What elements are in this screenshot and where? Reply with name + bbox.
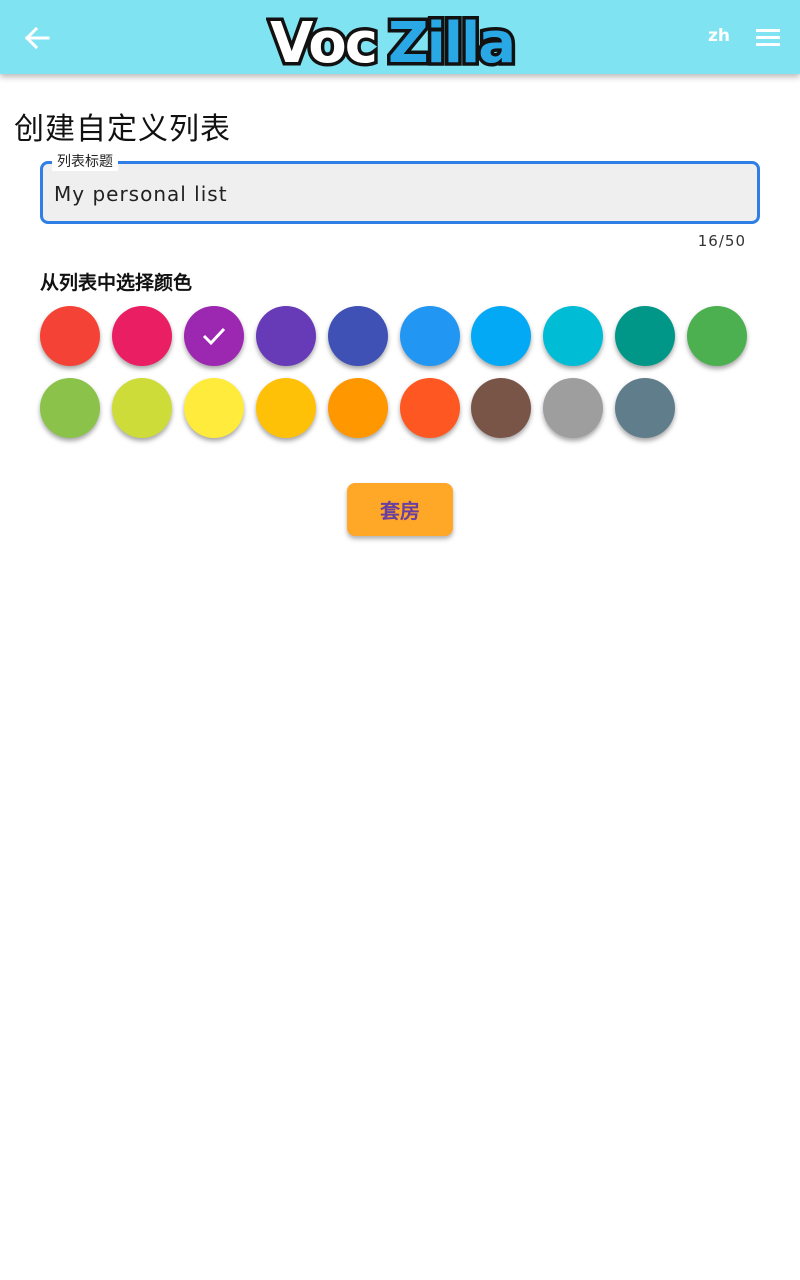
color-swatch[interactable] <box>183 378 244 438</box>
list-title-field[interactable]: 列表标题 <box>40 153 760 224</box>
app-bar: Voc Zilla zh <box>0 0 800 74</box>
color-swatch[interactable] <box>471 378 532 438</box>
color-swatch[interactable] <box>111 378 172 438</box>
color-swatch[interactable] <box>543 378 604 438</box>
color-swatch[interactable] <box>255 378 316 438</box>
color-swatch[interactable] <box>111 306 172 366</box>
page-title: 创建自定义列表 <box>14 112 231 147</box>
color-swatch[interactable] <box>543 306 604 366</box>
color-swatch[interactable] <box>255 306 316 366</box>
hamburger-menu-icon <box>756 29 780 46</box>
color-swatch[interactable] <box>40 378 100 438</box>
color-swatch[interactable] <box>399 378 460 438</box>
list-title-label: 列表标题 <box>52 153 118 171</box>
back-button[interactable] <box>18 19 56 57</box>
color-swatch[interactable] <box>687 306 748 366</box>
color-swatch[interactable] <box>471 306 532 366</box>
color-swatch[interactable] <box>183 306 244 366</box>
svg-text:Voc: Voc <box>270 11 376 70</box>
color-section-title: 从列表中选择颜色 <box>40 272 193 294</box>
list-title-input[interactable] <box>54 180 744 208</box>
color-swatch[interactable] <box>327 378 388 438</box>
character-counter: 16/50 <box>697 232 746 250</box>
color-swatch[interactable] <box>399 306 460 366</box>
menu-button[interactable] <box>752 22 784 52</box>
color-swatch[interactable] <box>615 306 676 366</box>
color-swatch[interactable] <box>327 306 388 366</box>
app-logo: Voc Zilla <box>266 6 534 70</box>
color-swatch[interactable] <box>40 306 100 366</box>
svg-text:Zilla: Zilla <box>388 11 514 70</box>
arrow-back-icon <box>24 26 50 50</box>
checkmark-icon <box>202 327 225 346</box>
save-button[interactable]: 套房 <box>347 483 453 536</box>
language-selector[interactable]: zh <box>700 26 738 46</box>
color-swatch[interactable] <box>615 378 676 438</box>
